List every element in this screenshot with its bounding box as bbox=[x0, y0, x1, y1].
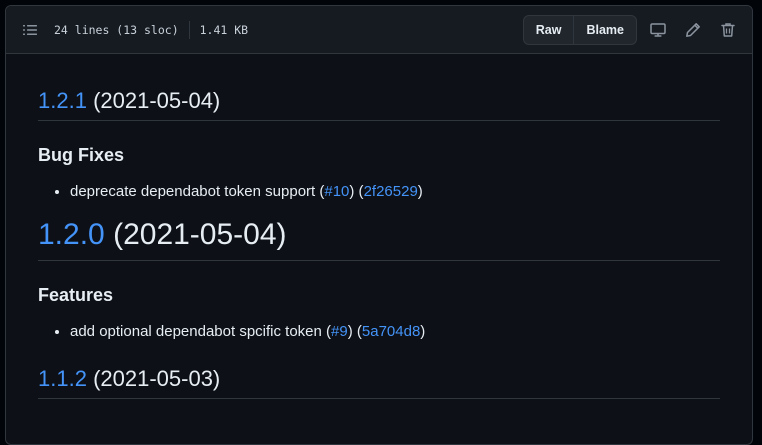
version-date: (2021-05-03) bbox=[93, 366, 221, 391]
item-separator: ) ( bbox=[349, 183, 364, 200]
issue-link[interactable]: #10 bbox=[324, 183, 349, 200]
version-date: (2021-05-04) bbox=[113, 218, 287, 251]
markdown-body: 1.2.1 (2021-05-04) Bug Fixes deprecate d… bbox=[6, 54, 752, 399]
list-item: deprecate dependabot token support (#10)… bbox=[70, 182, 720, 202]
version-link[interactable]: 1.1.2 bbox=[38, 366, 87, 391]
section-subheading: Bug Fixes bbox=[38, 145, 125, 165]
version-heading-1-1-2: 1.1.2 (2021-05-03) bbox=[38, 366, 720, 399]
list-unordered-icon[interactable] bbox=[22, 22, 38, 38]
commit-link[interactable]: 2f26529 bbox=[364, 183, 418, 200]
meta-divider bbox=[188, 20, 190, 39]
item-separator: ) ( bbox=[347, 323, 362, 340]
trash-icon[interactable] bbox=[714, 16, 742, 44]
raw-button[interactable]: Raw bbox=[524, 16, 574, 44]
section-subheading: Features bbox=[38, 285, 114, 305]
raw-blame-group: Raw Blame bbox=[522, 14, 637, 45]
list-item: add optional dependabot spcific token (#… bbox=[70, 322, 720, 342]
blame-button[interactable]: Blame bbox=[573, 15, 636, 44]
device-desktop-icon[interactable] bbox=[644, 16, 672, 44]
item-text: add optional dependabot spcific token ( bbox=[70, 323, 332, 340]
commit-link[interactable]: 5a704d8 bbox=[362, 323, 420, 340]
version-link[interactable]: 1.2.1 bbox=[38, 88, 87, 113]
issue-link[interactable]: #9 bbox=[331, 323, 348, 340]
file-header: 24 lines (13 sloc) 1.41 KB Raw Blame bbox=[6, 6, 752, 54]
pencil-icon[interactable] bbox=[679, 16, 707, 44]
file-view: 24 lines (13 sloc) 1.41 KB Raw Blame 1.2… bbox=[5, 5, 753, 445]
version-heading-1-2-0: 1.2.0 (2021-05-04) bbox=[38, 218, 720, 261]
lines-info: 24 lines (13 sloc) bbox=[54, 22, 179, 37]
version-date: (2021-05-04) bbox=[93, 88, 221, 113]
item-end: ) bbox=[420, 323, 426, 340]
version-link[interactable]: 1.2.0 bbox=[38, 218, 105, 251]
file-size: 1.41 KB bbox=[199, 22, 249, 37]
changelog-list: deprecate dependabot token support (#10)… bbox=[38, 182, 720, 202]
item-end: ) bbox=[417, 183, 423, 200]
changelog-list: add optional dependabot spcific token (#… bbox=[38, 322, 720, 342]
version-heading-1-2-1: 1.2.1 (2021-05-04) bbox=[38, 88, 720, 121]
item-text: deprecate dependabot token support ( bbox=[70, 183, 325, 200]
